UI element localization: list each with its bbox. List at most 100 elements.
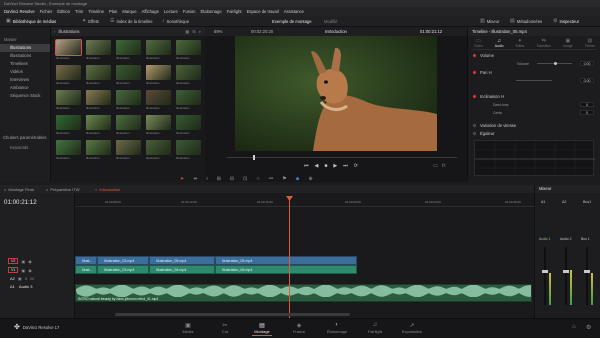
media-clip-thumbnail[interactable]: Illustration — [86, 40, 111, 61]
snapping-icon[interactable]: ∩ — [256, 176, 260, 182]
close-icon[interactable]: × — [95, 187, 97, 192]
timeline-tab[interactable]: × Introduction — [95, 186, 120, 192]
menu-item[interactable]: Édition — [57, 9, 70, 14]
solo-icon[interactable]: S — [25, 276, 28, 281]
stop-icon[interactable]: ■ — [324, 163, 327, 169]
grid-view-icon[interactable]: ▦ — [185, 29, 189, 34]
effects-button[interactable]: ✦ Effets — [82, 18, 99, 25]
media-clip-thumbnail[interactable]: Illustration — [86, 140, 111, 161]
media-clip-thumbnail[interactable]: Illustration — [116, 65, 141, 86]
media-clip-thumbnail[interactable]: Illustration — [146, 40, 171, 61]
volume-section[interactable]: Volume — [473, 52, 594, 59]
media-clip-thumbnail[interactable]: Illustration — [116, 115, 141, 136]
menu-item[interactable]: Lecture — [164, 9, 178, 14]
timeline-tab[interactable]: × Préparation ITW — [46, 186, 79, 192]
menu-item[interactable]: Fusion — [183, 9, 196, 14]
sound-library-button[interactable]: ♪ Sonothèque — [162, 18, 189, 25]
pitch-cents-value[interactable]: 0 — [580, 110, 594, 115]
play-icon[interactable]: ▶ — [333, 163, 337, 169]
inspector-tab[interactable]: ▤ Fichier — [585, 38, 595, 48]
menu-item[interactable]: Trim — [75, 9, 83, 14]
fader-track[interactable] — [586, 247, 588, 305]
eye-icon[interactable]: ◉ — [28, 259, 32, 264]
viewer-scrubber[interactable] — [227, 157, 457, 158]
fader-track[interactable] — [544, 247, 546, 305]
speed-variation-section[interactable]: Variation de vitesse — [473, 122, 594, 129]
media-clip-thumbnail[interactable]: Illustration — [146, 140, 171, 161]
track-v1-label[interactable]: V1 — [8, 267, 19, 273]
menu-item[interactable]: Marque — [122, 9, 136, 14]
page-tab[interactable]: ◈ Fusion — [284, 322, 314, 334]
smart-bin-keywords[interactable]: Keywords — [10, 145, 28, 150]
enable-dot[interactable] — [473, 71, 476, 74]
media-clip-thumbnail[interactable]: Illustration — [176, 65, 201, 86]
track-v2-label[interactable]: V2 — [8, 258, 19, 264]
media-pool-button[interactable]: ▣ Bibliothèque de médias — [6, 18, 56, 25]
flag-icon[interactable]: ⚑ — [282, 176, 286, 182]
blade-tool-icon[interactable]: ⟊ — [206, 176, 207, 182]
go-to-end-icon[interactable]: ⏭ — [343, 163, 348, 169]
volume-value[interactable]: 0.00 — [580, 61, 594, 66]
trim-tool-icon[interactable]: ⇹ — [193, 176, 197, 182]
menu-item[interactable]: DaVinci Resolve — [4, 9, 35, 14]
media-clip-thumbnail[interactable]: Illustration — [146, 115, 171, 136]
page-tab[interactable]: ➚ Exportation — [397, 322, 427, 334]
media-clip-thumbnail[interactable]: Illustration — [116, 40, 141, 61]
inspector-tab[interactable]: ♫ Audio — [495, 38, 504, 48]
inspector-button[interactable]: ⚙ Inspecteur — [553, 18, 579, 25]
in-out-icon[interactable]: ⊓ — [442, 163, 446, 169]
media-clip-thumbnail[interactable]: Illustration — [55, 39, 82, 61]
page-tab[interactable]: ▤ Montage — [247, 322, 277, 336]
viewer-clip-name[interactable]: Introduction — [325, 29, 347, 34]
media-clip-thumbnail[interactable]: Illustration — [86, 115, 111, 136]
viewer-playhead[interactable] — [253, 155, 255, 160]
fader-track[interactable] — [565, 247, 567, 305]
media-clip-thumbnail[interactable]: Illustration — [176, 140, 201, 161]
media-clip-thumbnail[interactable]: Illustration — [56, 65, 81, 86]
pan-slider[interactable] — [516, 80, 552, 81]
replace-clip-icon[interactable]: ⊡ — [243, 176, 247, 182]
zoom-icon[interactable]: ⊕ — [308, 176, 312, 182]
fader-handle[interactable] — [542, 270, 548, 274]
menu-item[interactable]: Affichage — [142, 9, 159, 14]
match-frame-icon[interactable]: ▭ — [433, 163, 438, 169]
media-clip-thumbnail[interactable]: Illustration — [116, 90, 141, 111]
page-tab[interactable]: ▣ Media — [173, 322, 203, 334]
loop-icon[interactable]: ⟳ — [354, 163, 358, 169]
inspector-tab[interactable]: ▣ Image — [563, 38, 572, 48]
overwrite-clip-icon[interactable]: ⊟ — [230, 176, 234, 182]
fader-handle[interactable] — [563, 270, 569, 274]
menu-item[interactable]: Plan — [109, 9, 117, 14]
media-clip-thumbnail[interactable]: Illustration — [146, 65, 171, 86]
edit-index-button[interactable]: ☰ Index de la timeline — [110, 18, 153, 25]
enable-dot[interactable] — [473, 95, 476, 98]
sidebar-bin-item[interactable]: Séquence Stock — [0, 92, 50, 100]
play-reverse-icon[interactable]: ◀ — [315, 163, 319, 169]
pitch-semitones-value[interactable]: 0 — [580, 102, 594, 107]
selection-tool-icon[interactable]: ➤ — [180, 176, 184, 182]
sidebar-bin-item[interactable]: Vidéos — [0, 68, 50, 76]
enable-dot[interactable] — [473, 124, 476, 127]
timeline-ruler[interactable]: 01:00:08:00 01:00:12:00 01:00:16:00 01:00:2… — [75, 199, 534, 207]
menu-item[interactable]: Fairlight — [227, 9, 242, 14]
lock-icon[interactable]: ▣ — [18, 276, 22, 281]
marker-icon[interactable]: ◆ — [296, 176, 300, 182]
eq-graph[interactable] — [474, 140, 595, 177]
eq-section[interactable]: Égaleur — [473, 130, 594, 137]
go-to-start-icon[interactable]: ⏮ — [304, 163, 309, 169]
media-clip-thumbnail[interactable]: Illustration — [56, 90, 81, 111]
inspector-tab[interactable]: ▭ Vidéo — [474, 38, 483, 48]
metadata-button[interactable]: ▤ Métadonnées — [510, 18, 542, 25]
page-tab[interactable]: ♫ Fairlight — [360, 322, 390, 334]
list-view-icon[interactable]: ☰ — [192, 29, 196, 34]
pan-value[interactable]: 0.00 — [580, 78, 594, 83]
close-icon[interactable]: × — [4, 187, 6, 192]
settings-icon[interactable]: ⚙ — [586, 324, 591, 331]
master-bin[interactable]: Master — [0, 36, 50, 44]
pitch-section[interactable]: Inclinaison H — [473, 93, 594, 100]
page-tab[interactable]: ◐ Étalonnage — [322, 322, 352, 334]
home-icon[interactable]: ⌂ — [572, 324, 576, 330]
media-clip-thumbnail[interactable]: Illustration — [176, 115, 201, 136]
media-clip-thumbnail[interactable]: Illustration — [56, 140, 81, 161]
insert-clip-icon[interactable]: ⊞ — [217, 176, 221, 182]
